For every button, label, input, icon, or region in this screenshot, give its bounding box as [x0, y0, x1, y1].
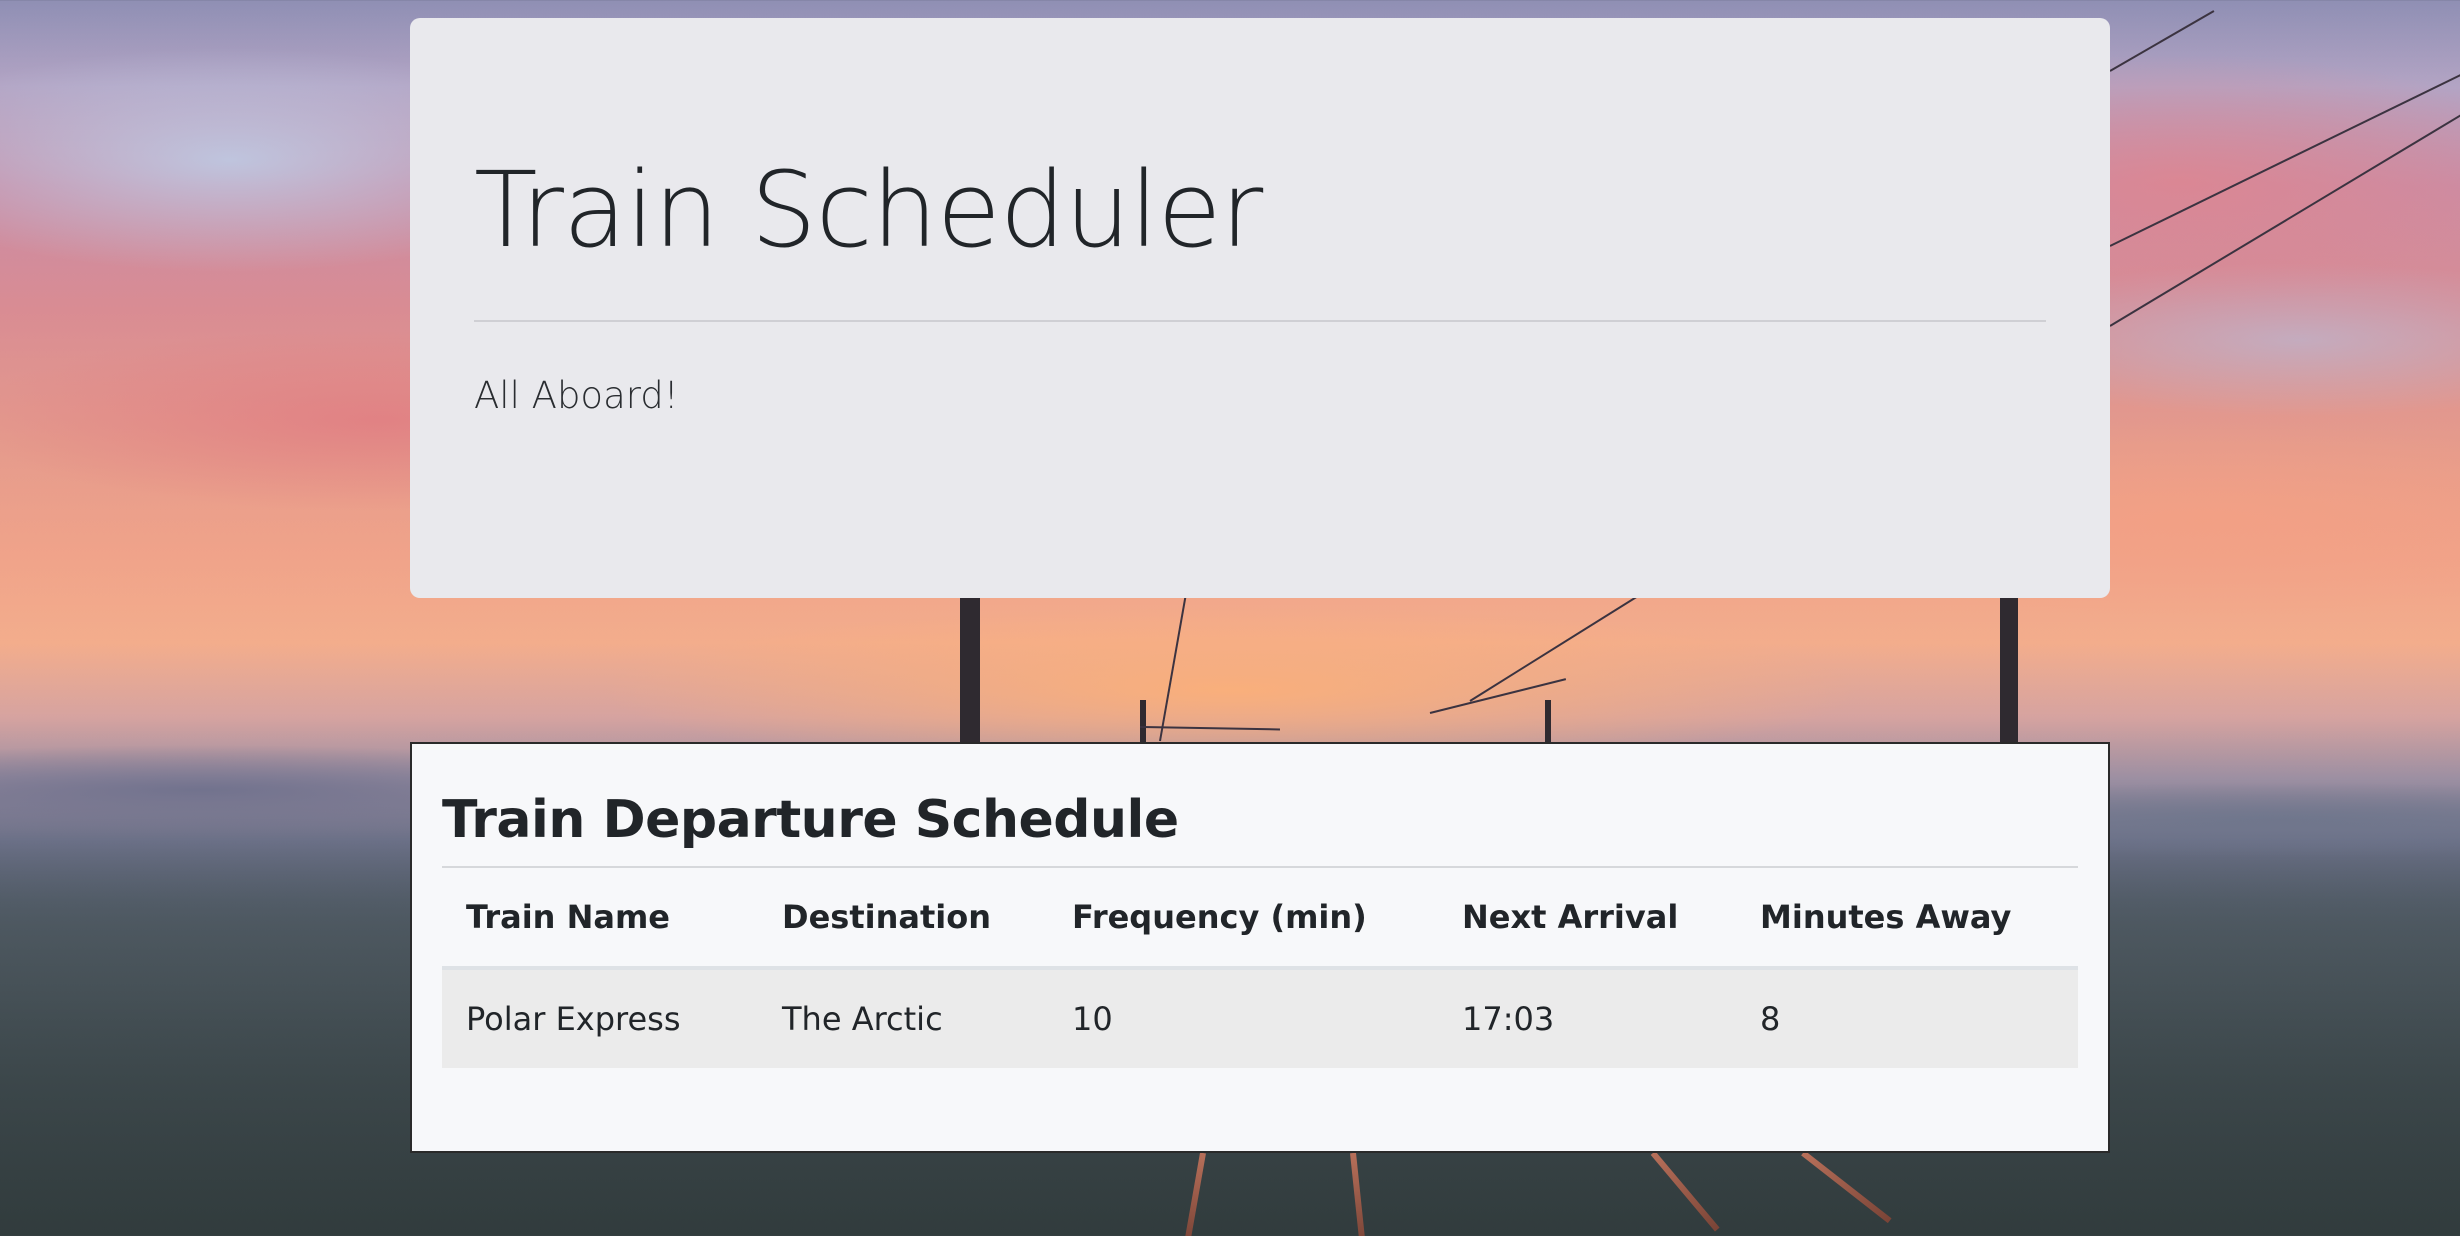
header-jumbotron: Train Scheduler All Aboard!	[410, 18, 2110, 598]
cell-next-arrival: 17:03	[1438, 968, 1736, 1068]
schedule-panel: Train Departure Schedule Train Name Dest…	[410, 742, 2110, 1153]
column-header-frequency: Frequency (min)	[1048, 868, 1438, 970]
column-header-train-name: Train Name	[442, 868, 758, 970]
page-tagline: All Aboard!	[474, 374, 679, 417]
table-header-row: Train Name Destination Frequency (min) N…	[442, 868, 2078, 970]
header-divider	[474, 320, 2046, 322]
cell-destination: The Arctic	[758, 968, 1048, 1068]
cell-minutes-away: 8	[1736, 968, 2078, 1068]
column-header-minutes-away: Minutes Away	[1736, 868, 2078, 970]
catenary-pole	[960, 598, 980, 744]
column-header-next-arrival: Next Arrival	[1438, 868, 1736, 970]
table-row: Polar Express The Arctic 10 17:03 8	[442, 968, 2078, 1068]
catenary-pole	[1140, 700, 1146, 744]
catenary-pole	[1545, 700, 1551, 744]
schedule-title: Train Departure Schedule	[442, 744, 2078, 868]
column-header-destination: Destination	[758, 868, 1048, 970]
cell-train-name: Polar Express	[442, 968, 758, 1068]
catenary-pole	[2000, 598, 2018, 744]
schedule-table: Train Name Destination Frequency (min) N…	[442, 868, 2078, 1068]
cell-frequency: 10	[1048, 968, 1438, 1068]
page-title: Train Scheduler	[474, 149, 1263, 271]
